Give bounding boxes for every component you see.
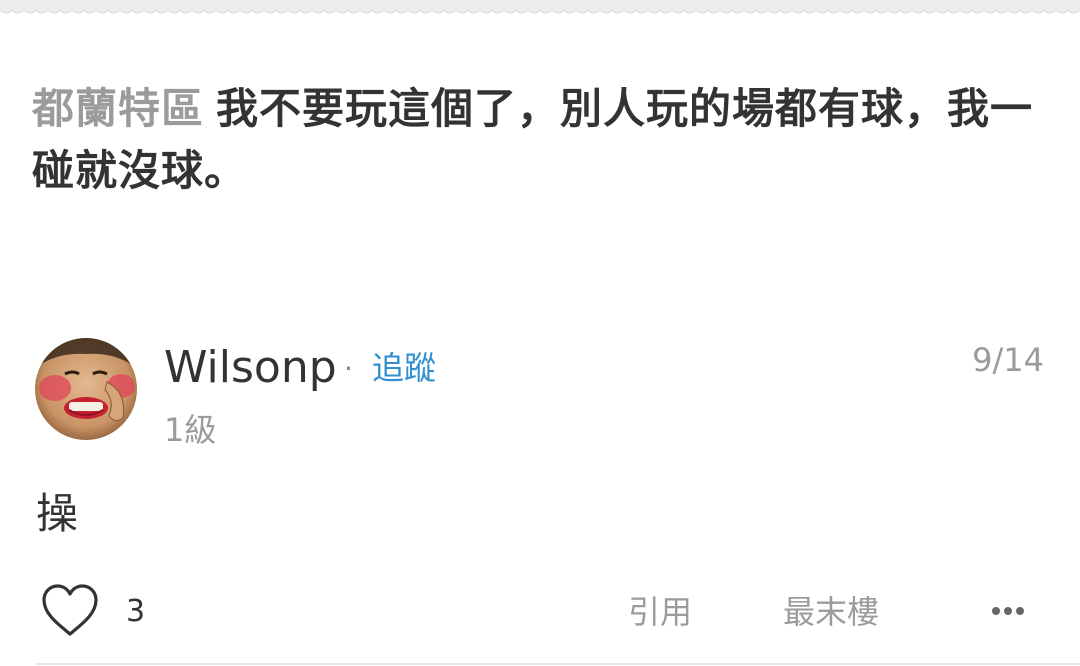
more-button[interactable] xyxy=(990,603,1026,617)
reply-username[interactable]: Wilsonp xyxy=(164,340,337,396)
follow-button[interactable]: 追蹤 xyxy=(372,348,436,388)
heart-outline-icon xyxy=(42,584,98,636)
post-title: 都蘭特區 我不要玩這個了，別人玩的場都有球，我一碰就沒球。 xyxy=(32,78,1052,202)
separator-dot: · xyxy=(344,352,353,385)
reply-content: 操 xyxy=(36,489,79,538)
torn-paper-edge xyxy=(0,0,1080,14)
user-level: 1級 xyxy=(164,411,217,449)
last-floor-button[interactable]: 最末樓 xyxy=(783,592,879,632)
more-dots-icon xyxy=(992,607,1024,615)
like-button[interactable] xyxy=(40,583,100,639)
avatar-face-image xyxy=(35,338,137,440)
avatar[interactable] xyxy=(35,338,137,440)
board-name[interactable]: 都蘭特區 xyxy=(32,84,204,133)
quote-button[interactable]: 引用 xyxy=(628,592,692,632)
reply-date: 9/14 xyxy=(972,341,1044,379)
divider xyxy=(36,663,1080,665)
like-count: 3 xyxy=(126,594,146,629)
